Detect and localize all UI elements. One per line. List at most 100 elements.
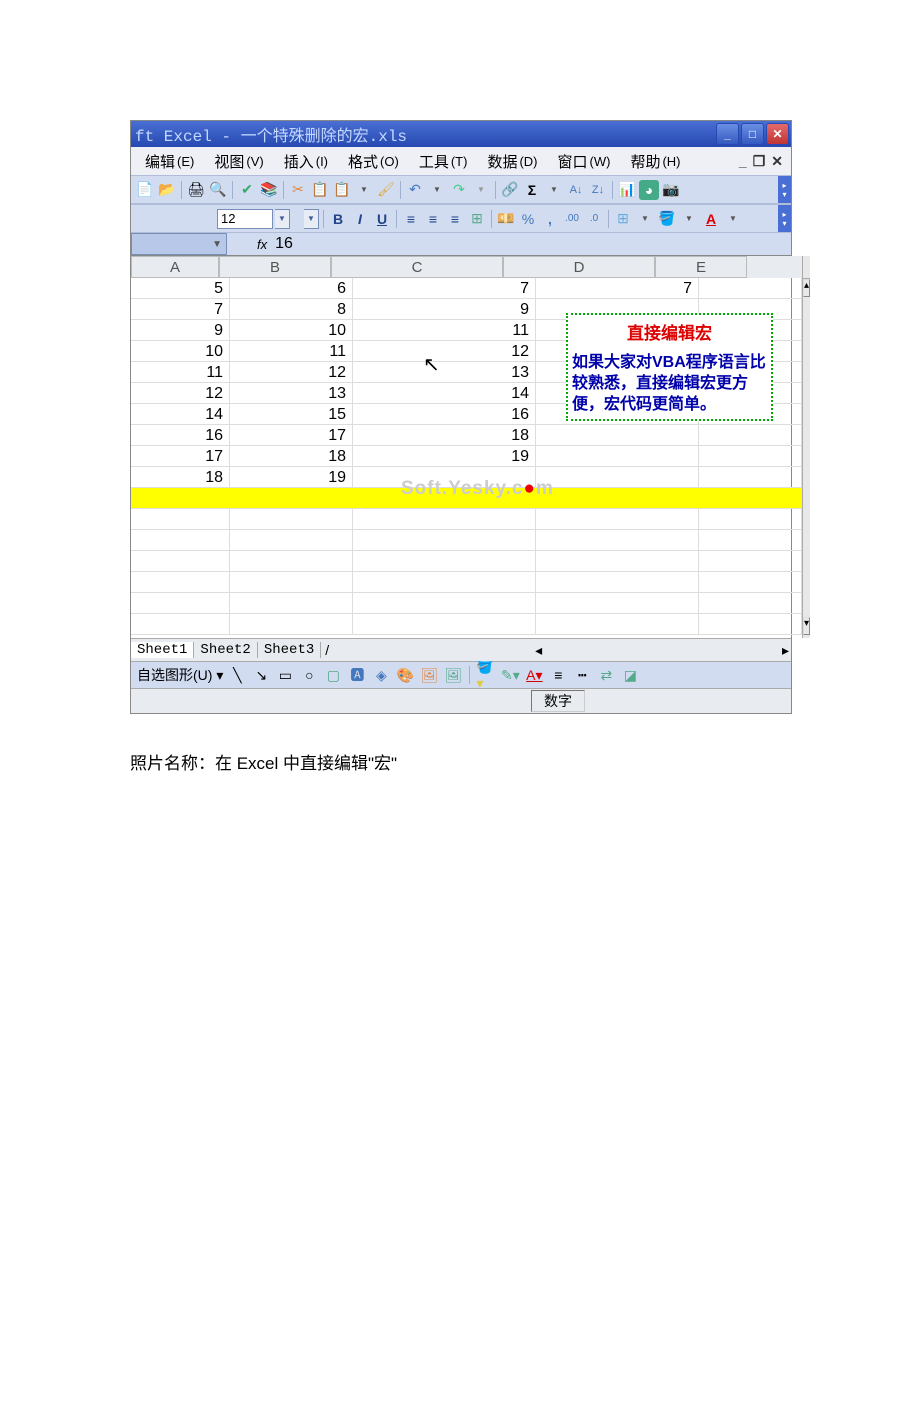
cell[interactable]: 14 xyxy=(131,404,230,425)
arrow-icon[interactable]: ↘ xyxy=(251,665,271,685)
cell[interactable]: 11 xyxy=(230,341,353,362)
currency-icon[interactable]: 💴 xyxy=(496,209,516,229)
cell[interactable] xyxy=(536,425,699,446)
menu-edit[interactable]: 编辑(E) xyxy=(139,149,200,174)
cell[interactable]: 9 xyxy=(131,320,230,341)
table-row[interactable]: 171819 xyxy=(131,446,802,467)
maximize-button[interactable]: □ xyxy=(741,123,764,145)
dash-icon[interactable]: ┅ xyxy=(572,665,592,685)
cell[interactable]: 12 xyxy=(230,362,353,383)
vertical-scrollbar[interactable]: ▴ ▾ xyxy=(802,256,810,638)
cell[interactable]: 17 xyxy=(230,425,353,446)
inc-decimal-icon[interactable]: .00 xyxy=(562,209,582,229)
cell[interactable]: 16 xyxy=(131,425,230,446)
cell[interactable] xyxy=(699,425,802,446)
fx-icon[interactable]: fx xyxy=(257,237,267,252)
italic-icon[interactable]: I xyxy=(350,209,370,229)
toolbar-overflow[interactable]: ▸▾ xyxy=(778,176,791,203)
picture-icon[interactable]: 🖼 xyxy=(419,665,439,685)
sort-desc-icon[interactable]: Z↓ xyxy=(588,180,608,200)
table-row[interactable] xyxy=(131,572,802,593)
cell[interactable] xyxy=(699,446,802,467)
format-painter-icon[interactable]: 🖌 xyxy=(376,180,396,200)
sheet-tab-3[interactable]: Sheet3 xyxy=(258,642,321,658)
cell[interactable] xyxy=(536,467,699,488)
fill-dd-icon[interactable]: ▼ xyxy=(679,209,699,229)
percent-icon[interactable]: % xyxy=(518,209,538,229)
cell[interactable]: 13 xyxy=(230,383,353,404)
cell[interactable] xyxy=(699,467,802,488)
dec-decimal-icon[interactable]: .0 xyxy=(584,209,604,229)
align-left-icon[interactable]: ≡ xyxy=(401,209,421,229)
copy-icon[interactable]: 📋 xyxy=(310,180,330,200)
cell[interactable]: 17 xyxy=(131,446,230,467)
table-row[interactable]: 5677 xyxy=(131,278,802,299)
undo-icon[interactable]: ↶ xyxy=(405,180,425,200)
cell[interactable]: 7 xyxy=(536,278,699,299)
borders-icon[interactable]: ⊞ xyxy=(613,209,633,229)
cell[interactable]: 11 xyxy=(353,320,536,341)
chart-icon[interactable]: 📊 xyxy=(617,180,637,200)
col-header-b[interactable]: B xyxy=(219,256,331,278)
fontsize-dropdown[interactable]: ▼ xyxy=(275,209,290,229)
shadow-icon[interactable]: ◪ xyxy=(620,665,640,685)
autosum-icon[interactable]: Σ xyxy=(522,180,542,200)
research-icon[interactable]: 📚 xyxy=(259,180,279,200)
insert-img-icon[interactable]: 🖼 xyxy=(443,665,463,685)
fontcolor-dd-icon[interactable]: ▼ xyxy=(723,209,743,229)
cell[interactable]: 18 xyxy=(230,446,353,467)
diagram-icon[interactable]: ◈ xyxy=(371,665,391,685)
col-header-a[interactable]: A xyxy=(131,256,219,278)
cell[interactable] xyxy=(536,446,699,467)
name-box[interactable]: ▼ xyxy=(131,233,227,255)
cell[interactable]: 8 xyxy=(230,299,353,320)
cell[interactable]: 6 xyxy=(230,278,353,299)
menu-help[interactable]: 帮助(H) xyxy=(624,149,686,174)
doc-minimize[interactable]: _ xyxy=(739,153,747,170)
camera-icon[interactable]: 📷 xyxy=(661,180,681,200)
cell[interactable]: 7 xyxy=(353,278,536,299)
cell[interactable]: 16 xyxy=(353,404,536,425)
merge-icon[interactable]: ⊞ xyxy=(467,209,487,229)
table-row[interactable] xyxy=(131,509,802,530)
table-row[interactable] xyxy=(131,614,802,635)
menu-format[interactable]: 格式(O) xyxy=(342,149,405,174)
line-icon[interactable]: ╲ xyxy=(227,665,247,685)
fmt-toolbar-overflow[interactable]: ▸▾ xyxy=(778,205,791,232)
menu-window[interactable]: 窗口(W) xyxy=(552,149,617,174)
cell[interactable]: 13 xyxy=(353,362,536,383)
doc-restore[interactable]: ❐ xyxy=(753,153,766,170)
table-row[interactable] xyxy=(131,593,802,614)
cell[interactable]: 19 xyxy=(353,446,536,467)
font-dropdown[interactable]: ▼ xyxy=(304,209,319,229)
cell[interactable]: 18 xyxy=(131,467,230,488)
cell[interactable]: 7 xyxy=(131,299,230,320)
drawing-icon[interactable]: ◕ xyxy=(639,180,659,200)
horizontal-scrollbar[interactable]: ◂▸ xyxy=(333,642,791,659)
spell-icon[interactable]: ✔ xyxy=(237,180,257,200)
redo-icon[interactable]: ↷ xyxy=(449,180,469,200)
align-right-icon[interactable]: ≡ xyxy=(445,209,465,229)
autoshapes-menu[interactable]: 自选图形(U) ▾ xyxy=(137,665,223,685)
table-row[interactable]: 161718 xyxy=(131,425,802,446)
align-center-icon[interactable]: ≡ xyxy=(423,209,443,229)
fill-shape-icon[interactable]: 🪣▾ xyxy=(476,665,496,685)
cut-icon[interactable]: ✂ xyxy=(288,180,308,200)
autosum-dd-icon[interactable]: ▼ xyxy=(544,180,564,200)
grid-body[interactable]: 直接编辑宏 如果大家对VBA程序语言比较熟悉，直接编辑宏更方便，宏代码更简单。 … xyxy=(131,278,802,638)
fontsize-input[interactable]: 12 xyxy=(217,209,273,229)
textbox-icon[interactable]: ▢ xyxy=(323,665,343,685)
menu-insert[interactable]: 插入(I) xyxy=(278,149,334,174)
cell[interactable]: 10 xyxy=(230,320,353,341)
font-color-icon[interactable]: A xyxy=(701,209,721,229)
comma-icon[interactable]: , xyxy=(540,209,560,229)
redo-dd-icon[interactable]: ▼ xyxy=(471,180,491,200)
sheet-tab-1[interactable]: Sheet1 xyxy=(131,642,194,658)
sort-asc-icon[interactable]: A↓ xyxy=(566,180,586,200)
doc-close[interactable]: ✕ xyxy=(771,153,783,170)
sheet-tab-2[interactable]: Sheet2 xyxy=(194,642,257,658)
col-header-c[interactable]: C xyxy=(331,256,503,278)
oval-icon[interactable]: ○ xyxy=(299,665,319,685)
cell[interactable]: 14 xyxy=(353,383,536,404)
cell[interactable]: 9 xyxy=(353,299,536,320)
